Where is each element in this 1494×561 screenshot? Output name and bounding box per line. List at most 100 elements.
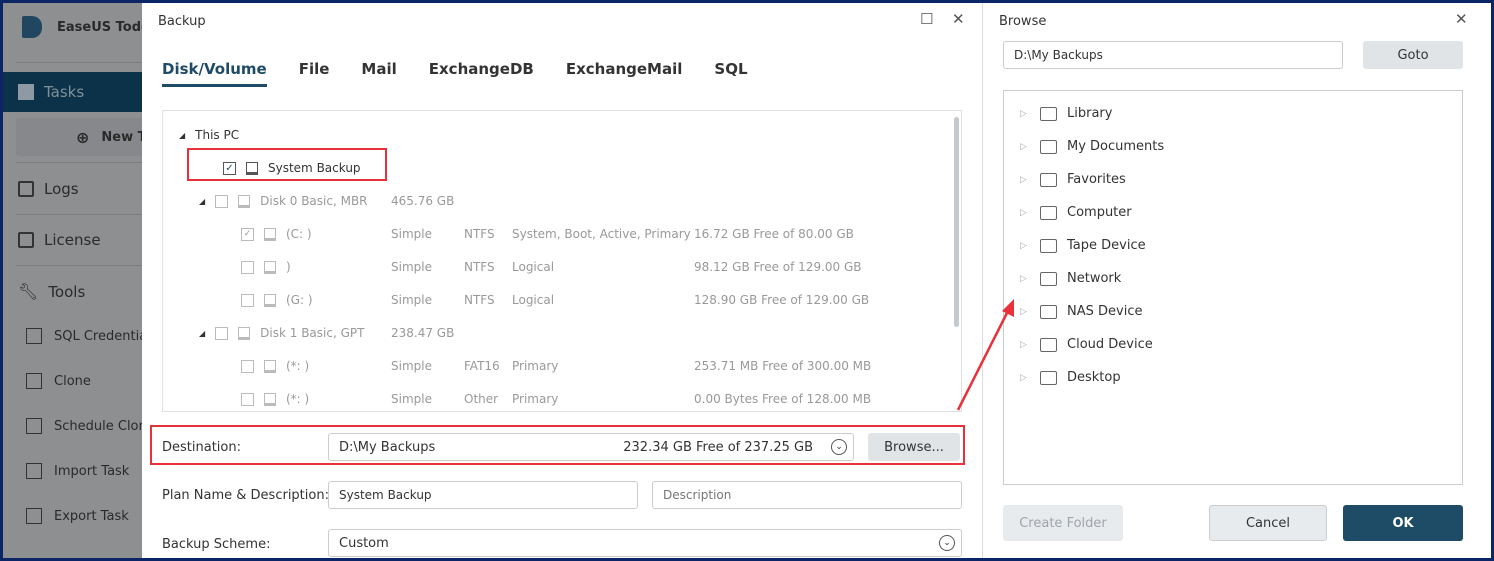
sidebar-item-import-task[interactable]: Import Task (26, 463, 129, 479)
document-icon (1040, 139, 1057, 154)
sidebar-item-schedule-clone[interactable]: Schedule Clone (26, 418, 142, 434)
close-icon[interactable]: ✕ (952, 10, 965, 28)
partition-checkbox[interactable] (241, 260, 254, 274)
sidebar-item-logs[interactable]: Logs (18, 180, 79, 198)
location-item[interactable]: ▷ My Documents (1020, 139, 1164, 154)
expand-icon[interactable]: ▷ (1020, 307, 1030, 317)
disk-checkbox[interactable] (215, 326, 229, 340)
scheme-select[interactable]: Custom ⌄ (328, 529, 962, 557)
drive-icon (264, 392, 276, 406)
expand-icon[interactable]: ◢ (199, 197, 205, 206)
partition-free: 0.00 Bytes Free of 128.00 MB (694, 392, 872, 406)
expand-icon[interactable]: ▷ (1020, 142, 1030, 152)
partition-row[interactable]: (*: ) Simple Other Primary 0.00 Bytes Free o… (241, 389, 961, 409)
drive-icon (264, 260, 276, 274)
disk-row[interactable]: ◢ Disk 1 Basic, GPT 238.47 GB (199, 323, 959, 343)
disk-row[interactable]: ◢ Disk 0 Basic, MBR 465.76 GB (199, 191, 959, 211)
partition-type: Simple (391, 293, 432, 307)
location-item[interactable]: ▷ Favorites (1020, 172, 1126, 187)
import-label: Import Task (54, 463, 130, 479)
partition-row[interactable]: ) Simple NTFS Logical 98.12 GB Free of 129.0… (241, 257, 961, 277)
sidebar-item-license[interactable]: License (18, 231, 101, 249)
plan-name-input[interactable]: System Backup (328, 481, 638, 509)
location-item[interactable]: ▷ Cloud Device (1020, 337, 1153, 352)
path-input[interactable]: D:\My Backups (1003, 41, 1343, 69)
new-task-label: New T (101, 129, 142, 145)
partition-fs: NTFS (464, 260, 495, 274)
chevron-down-icon[interactable]: ⌄ (939, 535, 955, 551)
partition-checkbox[interactable] (241, 359, 254, 373)
expand-icon[interactable]: ▷ (1020, 109, 1030, 119)
partition-free: 98.12 GB Free of 129.00 GB (694, 260, 862, 274)
partition-role: System, Boot, Active, Primary (512, 227, 691, 241)
partition-row[interactable]: ✓ (C: ) Simple NTFS System, Boot, Active, Pr… (241, 224, 961, 244)
location-label: Favorites (1067, 172, 1126, 187)
logs-icon (18, 181, 34, 197)
location-item[interactable]: ▷ NAS Device (1020, 304, 1142, 319)
location-item[interactable]: ▷ Tape Device (1020, 238, 1146, 253)
disk-checkbox[interactable] (215, 194, 229, 208)
disk-icon (238, 194, 251, 208)
tasks-icon (18, 84, 34, 100)
expand-icon[interactable]: ▷ (1020, 274, 1030, 284)
expand-icon[interactable]: ▷ (1020, 208, 1030, 218)
expand-icon[interactable]: ▷ (1020, 241, 1030, 251)
location-item[interactable]: ▷ Network (1020, 271, 1121, 286)
tab-exchangemail[interactable]: ExchangeMail (566, 60, 683, 87)
tab-mail[interactable]: Mail (361, 60, 396, 87)
export-label: Export Task (54, 508, 129, 524)
new-task-button[interactable]: ⊕ New T (16, 118, 142, 156)
location-item[interactable]: ▷ Desktop (1020, 370, 1121, 385)
database-lock-icon (26, 328, 42, 344)
export-icon (26, 508, 42, 524)
sql-label: SQL Credentia (54, 328, 142, 344)
partition-checkbox[interactable] (241, 392, 254, 406)
partition-row[interactable]: (*: ) Simple FAT16 Primary 253.71 MB Free of… (241, 356, 961, 376)
partition-row[interactable]: (G: ) Simple NTFS Logical 128.90 GB Free of … (241, 290, 961, 310)
expand-icon[interactable]: ▷ (1020, 373, 1030, 383)
nas-device-icon (1040, 304, 1057, 319)
sidebar-item-tools[interactable]: 🔧︎ Tools (18, 282, 85, 301)
goto-button[interactable]: Goto (1363, 41, 1463, 69)
cancel-button[interactable]: Cancel (1209, 505, 1327, 541)
divider (16, 214, 142, 215)
drive-icon (264, 227, 276, 241)
partition-checkbox[interactable]: ✓ (241, 227, 254, 241)
sidebar-item-export-task[interactable]: Export Task (26, 508, 129, 524)
location-item[interactable]: ▷ Computer (1020, 205, 1132, 220)
ok-button[interactable]: OK (1343, 505, 1463, 541)
partition-type: Simple (391, 359, 432, 373)
partition-fs: NTFS (464, 293, 495, 307)
maximize-icon[interactable]: ☐ (920, 10, 933, 28)
expand-icon[interactable]: ◢ (179, 131, 185, 140)
disk-size: 238.47 GB (391, 326, 455, 340)
create-folder-button[interactable]: Create Folder (1003, 505, 1123, 541)
partition-checkbox[interactable] (241, 293, 254, 307)
sidebar-item-tasks[interactable]: Tasks (0, 72, 142, 112)
partition-type: Simple (391, 260, 432, 274)
location-item[interactable]: ▷ Library (1020, 106, 1112, 121)
backup-tabs: Disk/Volume File Mail ExchangeDB Exchang… (162, 60, 748, 87)
highlight-box (150, 425, 965, 465)
sidebar-item-sql-credentials[interactable]: SQL Credentia (26, 328, 142, 344)
description-input[interactable]: Description (652, 481, 962, 509)
location-label: Network (1067, 271, 1122, 286)
expand-icon[interactable]: ◢ (199, 329, 205, 338)
partition-fs: NTFS (464, 227, 495, 241)
disk-size: 465.76 GB (391, 194, 455, 208)
tab-sql[interactable]: SQL (714, 60, 747, 87)
expand-icon[interactable]: ▷ (1020, 175, 1030, 185)
partition-type: Simple (391, 227, 432, 241)
sidebar-item-clone[interactable]: Clone (26, 373, 91, 389)
close-icon[interactable]: ✕ (1455, 10, 1468, 28)
expand-icon[interactable]: ▷ (1020, 340, 1030, 350)
tab-exchangedb[interactable]: ExchangeDB (429, 60, 534, 87)
partition-name: (*: ) (286, 392, 310, 406)
app-logo (22, 16, 42, 38)
partition-name: (*: ) (286, 359, 310, 373)
tab-file[interactable]: File (299, 60, 330, 87)
tab-disk-volume[interactable]: Disk/Volume (162, 60, 267, 87)
tree-root[interactable]: ◢ This PC (179, 125, 239, 145)
partition-fs: Other (464, 392, 499, 406)
partition-role: Logical (512, 293, 555, 307)
